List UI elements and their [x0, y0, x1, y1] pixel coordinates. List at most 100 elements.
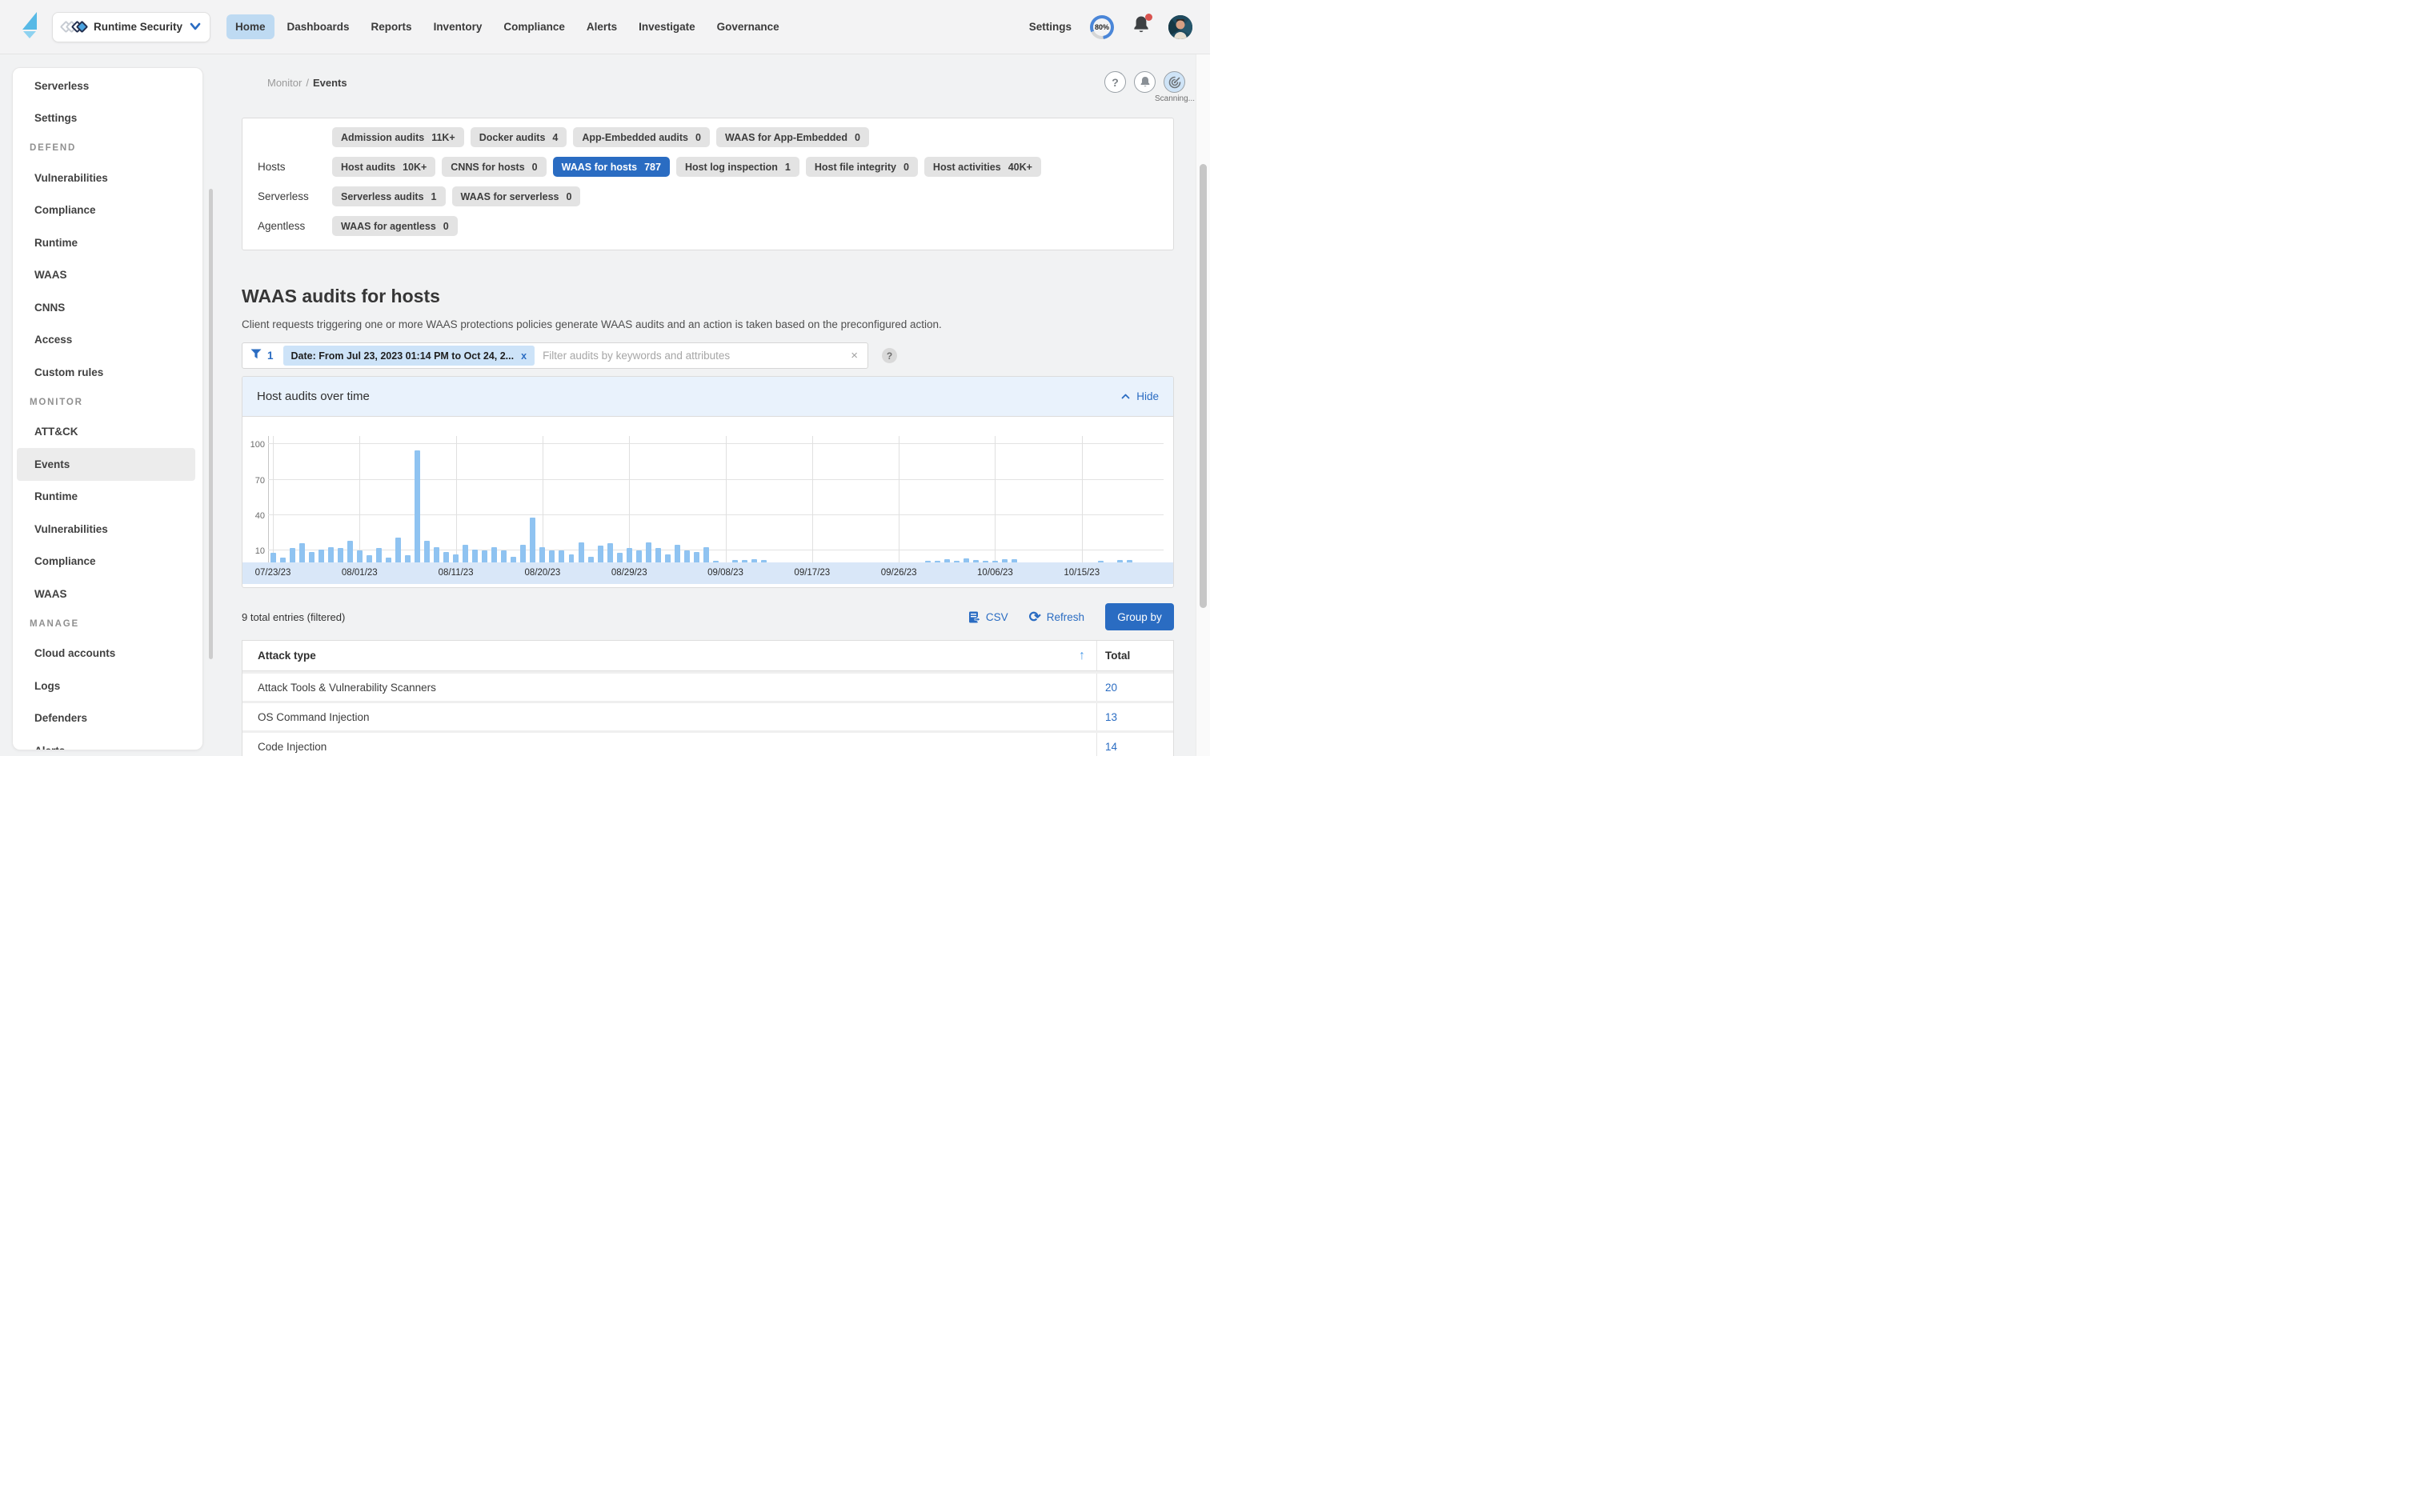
sidebar-item-runtime[interactable]: Runtime [13, 226, 202, 259]
column-header-total[interactable]: Total [1105, 650, 1130, 662]
audit-bar[interactable] [588, 557, 594, 562]
audit-bar[interactable] [655, 548, 661, 562]
hide-chart-button[interactable]: Hide [1121, 390, 1159, 402]
audit-bar[interactable] [636, 550, 642, 562]
audit-bar[interactable] [270, 553, 276, 562]
sidebar-item-compliance[interactable]: Compliance [13, 546, 202, 578]
nav-item-investigate[interactable]: Investigate [630, 14, 704, 39]
table-row[interactable]: OS Command Injection13 [242, 701, 1173, 730]
nav-item-dashboards[interactable]: Dashboards [278, 14, 359, 39]
group-by-button[interactable]: Group by [1105, 603, 1174, 630]
audit-bar[interactable] [703, 547, 709, 562]
audit-bar[interactable] [328, 547, 334, 562]
nav-item-governance[interactable]: Governance [708, 14, 788, 39]
audit-bar[interactable] [491, 547, 497, 562]
audit-bar[interactable] [319, 550, 324, 562]
sidebar-item-cnns[interactable]: CNNS [13, 291, 202, 324]
nav-item-alerts[interactable]: Alerts [578, 14, 626, 39]
chip-waas-for-hosts[interactable]: WAAS for hosts787 [553, 157, 670, 177]
audit-bar[interactable] [405, 555, 411, 562]
export-csv-button[interactable]: CSV [968, 611, 1008, 623]
audit-bar[interactable] [539, 547, 545, 562]
audit-bar[interactable] [665, 554, 671, 562]
refresh-button[interactable]: ⟳ Refresh [1029, 610, 1084, 624]
total-count-link[interactable]: 13 [1105, 711, 1117, 723]
column-header-attack-type[interactable]: Attack type [258, 650, 316, 662]
audit-bar[interactable] [627, 548, 632, 562]
total-count-link[interactable]: 20 [1105, 682, 1117, 694]
settings-link[interactable]: Settings [1029, 21, 1072, 33]
chip-docker-audits[interactable]: Docker audits4 [471, 127, 567, 147]
audit-bar[interactable] [395, 538, 401, 562]
chip-host-activities[interactable]: Host activities40K+ [924, 157, 1041, 177]
chip-waas-for-agentless[interactable]: WAAS for agentless0 [332, 216, 458, 236]
alerts-bell-icon[interactable] [1134, 71, 1156, 93]
filter-funnel-icon[interactable] [250, 349, 262, 363]
audit-bar[interactable] [530, 518, 535, 562]
help-icon[interactable]: ? [1104, 71, 1126, 93]
audit-bar[interactable] [309, 552, 315, 562]
breadcrumb-section[interactable]: Monitor [267, 77, 302, 89]
audit-bar[interactable] [434, 547, 439, 562]
scanning-status-icon[interactable] [1164, 71, 1185, 93]
sidebar-item-vulnerabilities[interactable]: Vulnerabilities [13, 162, 202, 194]
page-scrollbar-thumb[interactable] [1200, 164, 1207, 608]
filter-help-icon[interactable]: ? [882, 348, 897, 363]
sidebar-item-att-ck[interactable]: ATT&CK [13, 416, 202, 449]
audit-bar[interactable] [376, 548, 382, 562]
remove-date-filter-icon[interactable]: x [521, 350, 527, 362]
sidebar-item-vulnerabilities[interactable]: Vulnerabilities [13, 513, 202, 546]
sidebar-item-custom-rules[interactable]: Custom rules [13, 356, 202, 389]
sidebar-item-events[interactable]: Events [17, 448, 195, 481]
audit-bar[interactable] [367, 555, 372, 562]
chip-waas-for-serverless[interactable]: WAAS for serverless0 [452, 186, 581, 206]
audit-bar[interactable] [453, 554, 459, 562]
audit-bar[interactable] [299, 543, 305, 562]
nav-item-compliance[interactable]: Compliance [495, 14, 574, 39]
audit-bar[interactable] [501, 550, 507, 562]
audit-bar[interactable] [347, 541, 353, 562]
chip-cnns-for-hosts[interactable]: CNNS for hosts0 [442, 157, 546, 177]
usage-progress-ring[interactable]: 80% [1090, 15, 1114, 39]
audit-bar[interactable] [415, 450, 420, 562]
audit-bar[interactable] [607, 543, 613, 562]
nav-item-reports[interactable]: Reports [363, 14, 421, 39]
filter-search-input[interactable] [543, 350, 851, 362]
chip-admission-audits[interactable]: Admission audits11K+ [332, 127, 464, 147]
audit-bar[interactable] [598, 546, 603, 562]
sort-ascending-icon[interactable]: ↑ [1079, 649, 1085, 663]
chip-host-log-inspection[interactable]: Host log inspection1 [676, 157, 799, 177]
sidebar-item-waas[interactable]: WAAS [13, 259, 202, 292]
audit-bar[interactable] [338, 548, 343, 562]
sidebar-item-defenders[interactable]: Defenders [13, 702, 202, 735]
sidebar-item-access[interactable]: Access [13, 324, 202, 357]
audit-bar[interactable] [290, 548, 295, 562]
nav-item-home[interactable]: Home [226, 14, 274, 39]
sidebar-item-cloud-accounts[interactable]: Cloud accounts [13, 638, 202, 670]
sidebar-item-compliance[interactable]: Compliance [13, 194, 202, 227]
clear-filter-icon[interactable]: × [851, 349, 858, 362]
chip-app-embedded-audits[interactable]: App-Embedded audits0 [573, 127, 710, 147]
chip-waas-for-app-embedded[interactable]: WAAS for App-Embedded0 [716, 127, 869, 147]
audit-bar[interactable] [549, 550, 555, 562]
chip-host-audits[interactable]: Host audits10K+ [332, 157, 435, 177]
table-row[interactable]: Code Injection14 [242, 730, 1173, 756]
audit-bar[interactable] [482, 550, 487, 562]
date-filter-chip[interactable]: Date: From Jul 23, 2023 01:14 PM to Oct … [283, 346, 535, 366]
chip-serverless-audits[interactable]: Serverless audits1 [332, 186, 446, 206]
audit-bar[interactable] [443, 552, 449, 562]
audit-bar[interactable] [511, 557, 516, 562]
sidebar-scrollbar[interactable] [209, 189, 213, 659]
audit-bar[interactable] [617, 553, 623, 562]
audit-bar[interactable] [569, 554, 575, 562]
audit-bar[interactable] [520, 545, 526, 562]
audit-bar[interactable] [684, 550, 690, 562]
sidebar-item-alerts[interactable]: Alerts [13, 734, 202, 750]
sidebar-item-settings[interactable]: Settings [13, 102, 202, 135]
audit-bar[interactable] [472, 550, 478, 562]
sidebar-item-logs[interactable]: Logs [13, 670, 202, 702]
audit-bar[interactable] [694, 552, 699, 562]
audit-bar[interactable] [579, 542, 584, 562]
audit-bar[interactable] [424, 541, 430, 562]
sidebar-item-waas[interactable]: WAAS [13, 578, 202, 610]
